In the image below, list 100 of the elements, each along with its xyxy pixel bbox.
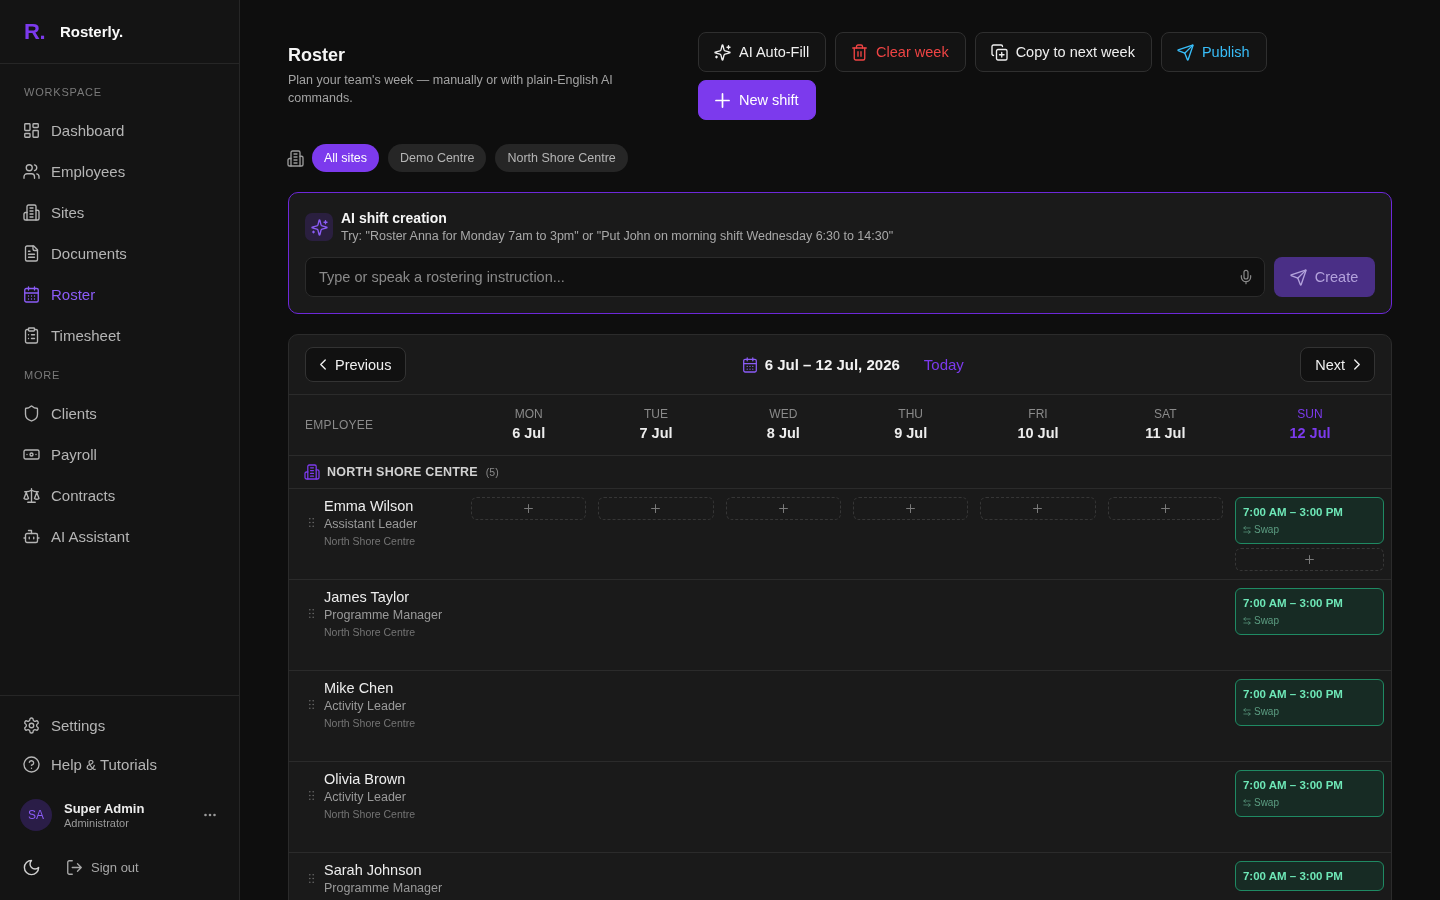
chevron-right-icon xyxy=(1354,359,1360,370)
more-icon[interactable] xyxy=(204,813,216,817)
nav-item[interactable]: Sites xyxy=(0,192,239,233)
nav-item[interactable]: Contracts xyxy=(0,475,239,516)
employee-name: Sarah Johnson xyxy=(324,861,422,880)
logout-icon xyxy=(67,859,82,875)
plus-icon xyxy=(778,504,788,513)
mic-icon[interactable] xyxy=(1241,270,1251,284)
swap-button[interactable]: Swap xyxy=(1242,614,1279,628)
nav-item[interactable]: Payroll xyxy=(0,434,239,475)
employee-name: Mike Chen xyxy=(324,679,394,698)
section-label: WORKSPACE xyxy=(23,85,103,100)
day-date: 10 Jul xyxy=(1017,424,1059,443)
nav-item[interactable]: Clients xyxy=(0,393,239,434)
day-date: 6 Jul xyxy=(512,424,546,443)
building-icon xyxy=(305,465,319,479)
action-button[interactable]: AI Auto-Fill xyxy=(698,32,827,72)
drag-handle-icon[interactable] xyxy=(309,791,314,800)
swap-icon xyxy=(1242,708,1251,716)
chevron-left-icon xyxy=(320,359,326,370)
previous-button[interactable]: Previous xyxy=(305,347,407,382)
swap-icon xyxy=(1242,617,1251,625)
drag-handle-icon[interactable] xyxy=(309,609,314,618)
day-weekday: SAT xyxy=(1154,406,1177,423)
drag-handle-icon[interactable] xyxy=(309,518,314,527)
shift-time: 7:00 AM – 3:00 PM xyxy=(1242,687,1343,702)
swap-icon xyxy=(1242,526,1251,534)
employee-site: North Shore Centre xyxy=(324,625,416,640)
send-icon xyxy=(1290,269,1306,285)
filter-chip[interactable]: North Shore Centre xyxy=(495,144,628,172)
clipboard-icon xyxy=(24,328,39,343)
nav-item[interactable]: Roster xyxy=(0,274,239,315)
day-weekday: SUN xyxy=(1297,406,1323,423)
plus-icon xyxy=(1033,504,1043,513)
employee-name: Emma Wilson xyxy=(324,497,414,516)
swap-icon xyxy=(1242,799,1251,807)
document-icon xyxy=(24,246,39,261)
shift-card[interactable]: 7:00 AM – 3:00 PM Swap xyxy=(1234,497,1384,544)
plus-icon xyxy=(651,504,661,513)
page-title: Roster xyxy=(288,44,345,67)
next-button[interactable]: Next xyxy=(1300,347,1375,382)
action-button[interactable]: Publish xyxy=(1160,32,1267,72)
user-name: Super Admin xyxy=(64,800,145,816)
plus-icon xyxy=(715,92,730,108)
day-weekday: FRI xyxy=(1028,406,1048,423)
shift-card[interactable]: 7:00 AM – 3:00 PM Swap xyxy=(1234,588,1384,635)
panel-title: AI shift creation xyxy=(341,209,447,227)
section-label: MORE xyxy=(23,368,62,383)
nav-item[interactable]: AI Assistant xyxy=(0,516,239,557)
shift-time: 7:00 AM – 3:00 PM xyxy=(1242,505,1343,520)
moon-icon[interactable] xyxy=(24,859,39,875)
action-button[interactable]: Clear week xyxy=(835,32,966,72)
sign-out-button[interactable]: Sign out xyxy=(67,859,139,875)
copy-icon xyxy=(991,44,1007,60)
shift-card[interactable]: 7:00 AM – 3:00 PM Swap xyxy=(1234,770,1384,817)
plus-icon xyxy=(524,504,534,513)
group-name: NORTH SHORE CENTRE xyxy=(327,465,478,479)
day-date: 9 Jul xyxy=(894,424,928,443)
column-header: EMPLOYEE xyxy=(305,418,374,432)
people-icon xyxy=(24,164,39,179)
drag-handle-icon[interactable] xyxy=(309,700,314,709)
calendar-icon xyxy=(742,357,757,372)
shift-card[interactable]: 7:00 AM – 3:00 PM xyxy=(1234,861,1384,891)
page-subtitle: Plan your team's week — manually or with plain-English AI commands. xyxy=(288,72,614,107)
shift-time: 7:00 AM – 3:00 PM xyxy=(1242,596,1343,611)
drag-handle-icon[interactable] xyxy=(309,874,314,883)
scales-icon xyxy=(24,488,39,503)
swap-button[interactable]: Swap xyxy=(1242,796,1279,810)
sparkles-icon xyxy=(715,44,730,60)
shift-card[interactable]: 7:00 AM – 3:00 PM Swap xyxy=(1234,679,1384,726)
employee-name: Olivia Brown xyxy=(324,770,406,789)
calendar-icon xyxy=(24,287,39,302)
day-date: 12 Jul xyxy=(1289,424,1331,443)
panel-hint: Try: "Roster Anna for Monday 7am to 3pm" or "Put John on morning shift Wednesday 6:30 to 14:30" xyxy=(341,228,894,245)
nav-item[interactable]: Employees xyxy=(0,151,239,192)
employee-site: North Shore Centre xyxy=(324,534,416,549)
plus-icon xyxy=(1305,555,1314,564)
shift-time: 7:00 AM – 3:00 PM xyxy=(1242,869,1343,884)
nav-item[interactable]: Documents xyxy=(0,233,239,274)
employee-role: Assistant Leader xyxy=(324,516,418,533)
help-icon xyxy=(24,757,39,772)
brand-name: Rosterly. xyxy=(60,23,124,40)
instruction-field[interactable]: Type or speak a rostering instruction... xyxy=(305,257,1265,297)
sparkles-icon xyxy=(305,213,333,241)
nav-item[interactable]: Timesheet xyxy=(0,315,239,356)
employee-site: North Shore Centre xyxy=(324,716,416,731)
action-button[interactable]: New shift xyxy=(698,80,816,120)
swap-button[interactable]: Swap xyxy=(1242,523,1279,537)
filter-chip[interactable]: Demo Centre xyxy=(388,144,487,172)
nav-item[interactable]: Settings xyxy=(0,706,239,745)
action-button[interactable]: Copy to next week xyxy=(974,32,1152,72)
swap-button[interactable]: Swap xyxy=(1242,705,1279,719)
employee-site: North Shore Centre xyxy=(324,807,416,822)
nav-item[interactable]: Dashboard xyxy=(0,110,239,151)
filter-chip[interactable]: All sites xyxy=(312,144,380,172)
employee-role: Activity Leader xyxy=(324,698,406,715)
date-range: 6 Jul – 12 Jul, 2026 xyxy=(764,356,900,373)
nav-item[interactable]: Help & Tutorials xyxy=(0,745,239,784)
logo-mark: R. xyxy=(24,18,45,45)
shift-time: 7:00 AM – 3:00 PM xyxy=(1242,778,1343,793)
